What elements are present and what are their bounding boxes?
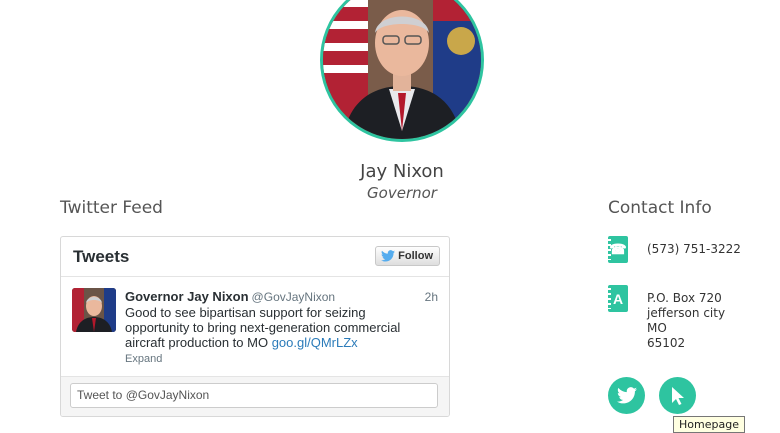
- twitter-feed-heading: Twitter Feed: [60, 198, 163, 218]
- tweet-body: Good to see bipartisan support for seizi…: [125, 305, 401, 350]
- tweet-author-avatar[interactable]: [72, 288, 116, 332]
- phone-book-icon: ☎: [608, 236, 628, 263]
- address-line-2: jefferson city: [647, 306, 726, 320]
- tweet-author[interactable]: Governor Jay Nixon @GovJayNixon: [125, 289, 335, 304]
- twitter-widget: Tweets Follow Governor Jay Nixon @GovJayN…: [60, 236, 450, 417]
- twitter-bird-icon: [381, 250, 396, 262]
- address-line-4: 65102: [647, 336, 686, 350]
- profile-name: Jay Nixon: [360, 161, 444, 182]
- tweet-expand-link[interactable]: Expand: [125, 353, 162, 365]
- profile-role: Governor: [367, 184, 437, 202]
- address-line-1: P.O. Box 720: [647, 291, 722, 305]
- homepage-tooltip: Homepage: [673, 416, 745, 433]
- follow-button[interactable]: Follow: [375, 246, 440, 266]
- twitter-widget-title: Tweets: [73, 247, 130, 266]
- follow-button-label: Follow: [398, 250, 433, 262]
- address-line-3: MO: [647, 321, 667, 335]
- governor-portrait-image: [323, 0, 481, 139]
- address-book-icon: A: [608, 285, 628, 312]
- contact-phone-row: ☎ (573) 751-3222: [608, 236, 758, 266]
- tweet-link[interactable]: goo.gl/QMrLZx: [272, 335, 358, 350]
- profile-photo: [320, 0, 484, 142]
- contact-info-heading: Contact Info: [608, 198, 712, 218]
- contact-phone: (573) 751-3222: [647, 242, 741, 256]
- homepage-link-button[interactable]: [659, 377, 696, 414]
- tweet-compose-footer: Tweet to @GovJayNixon: [61, 376, 449, 416]
- cursor-pointer-icon: [671, 386, 684, 405]
- tweet-author-name[interactable]: Governor Jay Nixon: [125, 289, 249, 304]
- tweet-compose-input[interactable]: Tweet to @GovJayNixon: [70, 383, 438, 408]
- contact-address: P.O. Box 720 jefferson city MO 65102: [647, 291, 725, 351]
- tweet-text: Good to see bipartisan support for seizi…: [125, 305, 425, 350]
- tweet-timestamp[interactable]: 2h: [425, 290, 438, 304]
- twitter-widget-header: Tweets Follow: [61, 237, 449, 277]
- twitter-link-button[interactable]: [608, 377, 645, 414]
- contact-address-row: A P.O. Box 720 jefferson city MO 65102: [608, 285, 758, 355]
- tweet-author-handle[interactable]: @GovJayNixon: [252, 290, 336, 304]
- twitter-bird-icon: [616, 387, 637, 404]
- tweet-item[interactable]: Governor Jay Nixon @GovJayNixon 2h Good t…: [61, 277, 449, 377]
